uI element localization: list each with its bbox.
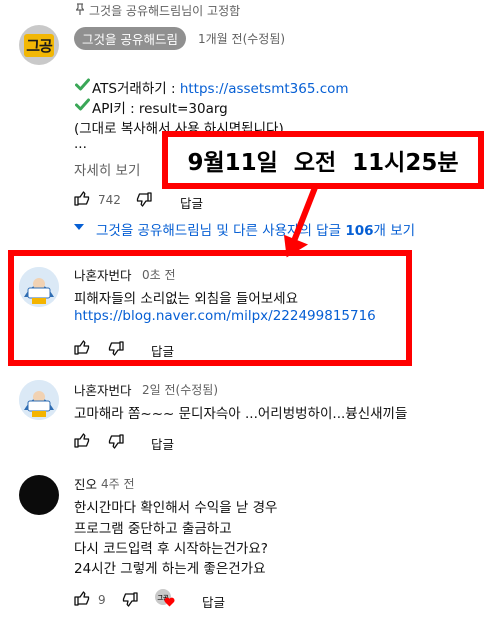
check-mark-icon [75, 78, 90, 91]
avatar-image-icon [19, 380, 59, 420]
comment-text-line: 24시간 그렇게 하는게 좋은건가요 [74, 561, 266, 577]
comment-line-1: ATS거래하기 : https://assetsmt365.com [92, 77, 349, 97]
comment-text-line: 프로그램 중단하고 출금하고 [74, 521, 232, 537]
comment-time[interactable]: 2일 전(수정됨) [142, 381, 218, 398]
view-replies-link[interactable]: 그것을 공유해드림님 및 다른 사용자의 답글 106개 보기 [96, 219, 415, 239]
read-more-button[interactable]: 자세히 보기 [74, 159, 140, 179]
expand-replies-icon[interactable] [74, 223, 84, 231]
pinned-by-label: 그것을 공유해드림님이 고정함 [89, 4, 241, 18]
heart-icon [164, 597, 175, 607]
like-icon[interactable] [74, 433, 91, 448]
comment-text: 고마해라 쫌~~~ 문디자슥아 ...어리벙벙하이...븅신새끼들 [74, 406, 408, 422]
reply-button[interactable]: 답글 [202, 592, 225, 611]
ats-label: ATS거래하기 : [92, 81, 180, 97]
comment-author[interactable]: 진오 [74, 474, 97, 493]
dislike-icon[interactable] [107, 434, 124, 449]
author-badge[interactable]: 그것을 공유해드림 [74, 27, 186, 50]
reply-button[interactable]: 답글 [151, 434, 174, 453]
reply-count: 106 [345, 223, 374, 239]
dislike-icon[interactable] [121, 592, 138, 607]
reply-button[interactable]: 답글 [180, 193, 203, 212]
ats-link[interactable]: https://assetsmt365.com [180, 81, 349, 97]
comment-text-line: 한시간마다 확인해서 수익을 낟 경우 [74, 500, 278, 516]
comment-line-4: ... [74, 136, 87, 152]
comment-text-line: 다시 코드입력 후 시작하는건가요? [74, 541, 268, 557]
channel-avatar[interactable] [19, 475, 59, 515]
creator-heart: 그공 [155, 589, 175, 609]
highlight-box [8, 250, 412, 366]
comment-time[interactable]: 4주 전 [101, 475, 135, 492]
banner-text: 9월11일 오전 11시25분 [187, 150, 459, 176]
arrow-icon [283, 183, 319, 258]
like-count: 742 [98, 193, 121, 207]
avatar-text: 그공 [24, 33, 54, 57]
channel-avatar[interactable] [19, 380, 59, 420]
dislike-icon[interactable] [135, 192, 152, 207]
timestamp-banner: 9월11일 오전 11시25분 [162, 131, 484, 189]
like-count: 9 [98, 593, 106, 607]
like-icon[interactable] [74, 591, 91, 606]
comment-time[interactable]: 1개월 전(수정됨) [198, 30, 285, 47]
check-mark-icon [75, 98, 90, 111]
channel-avatar[interactable]: 그공 [19, 25, 59, 65]
comment-line-2: API키 : result=30arg [92, 101, 228, 117]
like-icon[interactable] [74, 191, 91, 206]
comment-author[interactable]: 나혼자번다 [74, 380, 132, 399]
pin-icon [76, 3, 84, 15]
